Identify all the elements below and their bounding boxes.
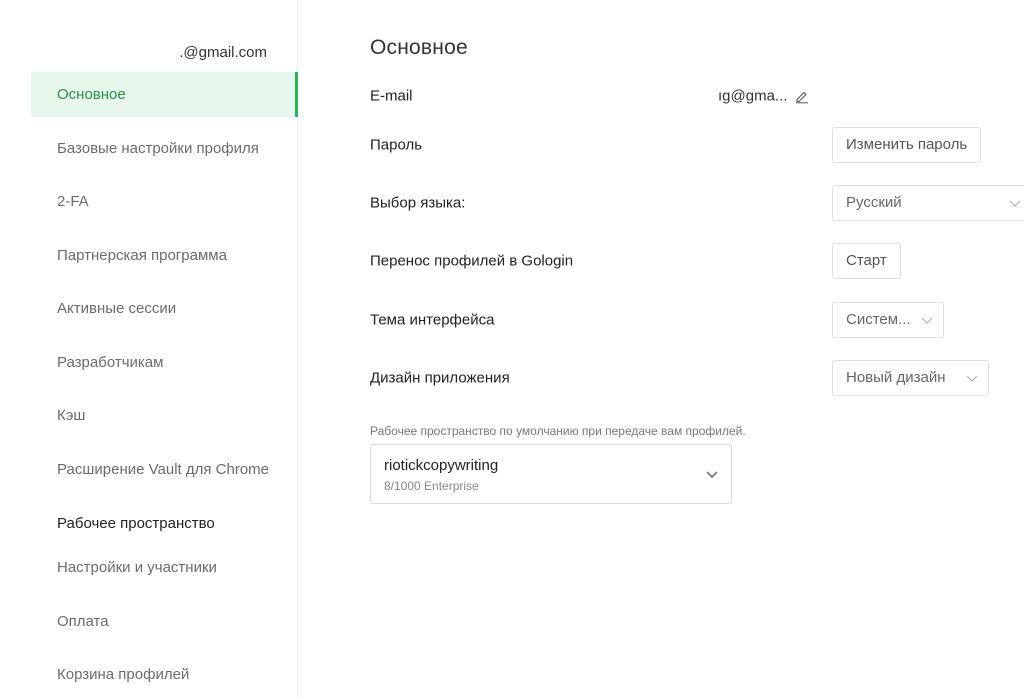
sidebar-item-workspace-members[interactable]: Настройки и участники [31,545,298,599]
workspace-name: riotickcopywriting [384,457,499,474]
email-value-wrap: ıg@gma... [718,88,809,105]
pencil-icon[interactable] [795,89,809,103]
chevron-down-icon [966,375,978,382]
sidebar: .@gmail.com Основное Базовые настройки п… [0,0,298,698]
workspace-caption: Рабочее пространство по умолчанию при пе… [370,424,746,438]
sidebar-item-developers[interactable]: Разработчикам [31,340,298,394]
transfer-row: Перенос профилей в Gologin Старт [370,242,1024,280]
workspace-select[interactable]: riotickcopywriting 8/1000 Enterprise [370,444,732,504]
chevron-down-icon [1009,200,1021,207]
sidebar-item-affiliate[interactable]: Партнерская программа [31,233,298,287]
workspace-plan: 8/1000 Enterprise [384,479,479,493]
language-label: Выбор языка: [370,194,466,212]
theme-value: Систем... [846,311,911,328]
design-label: Дизайн приложения [370,369,510,387]
sidebar-item-profile-settings[interactable]: Базовые настройки профиля [31,126,298,180]
account-email: .@gmail.com [179,44,267,61]
main-content: Основное E-mail ıg@gma... Пароль Изменит… [370,0,1024,698]
sidebar-item-profile-trash[interactable]: Корзина профилей [31,652,298,698]
transfer-label: Перенос профилей в Gologin [370,252,574,270]
change-password-button[interactable]: Изменить пароль [832,127,982,163]
sidebar-item-vault-extension[interactable]: Расширение Vault для Chrome [31,447,298,501]
email-row: E-mail ıg@gma... [370,77,1024,115]
language-value: Русский [846,194,902,211]
theme-row: Тема интерфейса Систем... [370,301,1024,339]
design-row: Дизайн приложения Новый дизайн [370,359,1024,397]
sidebar-item-cache[interactable]: Кэш [31,393,298,447]
design-select[interactable]: Новый дизайн [832,360,989,396]
start-transfer-button[interactable]: Старт [832,243,901,279]
password-row: Пароль Изменить пароль [370,126,1024,164]
theme-label: Тема интерфейса [370,311,495,329]
email-label: E-mail [370,87,413,105]
sidebar-item-general[interactable]: Основное [31,72,298,117]
sidebar-item-active-sessions[interactable]: Активные сессии [31,286,298,340]
sidebar-menu: Основное Базовые настройки профиля 2-FA … [31,72,298,698]
chevron-down-icon [921,317,933,324]
sidebar-item-2fa[interactable]: 2-FA [31,179,298,233]
sidebar-group-workspace: Рабочее пространство [57,515,215,532]
password-label: Пароль [370,136,423,154]
page-title: Основное [370,36,468,59]
theme-select[interactable]: Систем... [832,302,944,338]
sidebar-item-billing[interactable]: Оплата [31,599,298,653]
language-row: Выбор языка: Русский [370,184,1024,222]
chevron-down-icon [706,471,718,479]
design-value: Новый дизайн [846,369,946,386]
email-value: ıg@gma... [718,87,788,105]
language-select[interactable]: Русский [832,185,1024,221]
